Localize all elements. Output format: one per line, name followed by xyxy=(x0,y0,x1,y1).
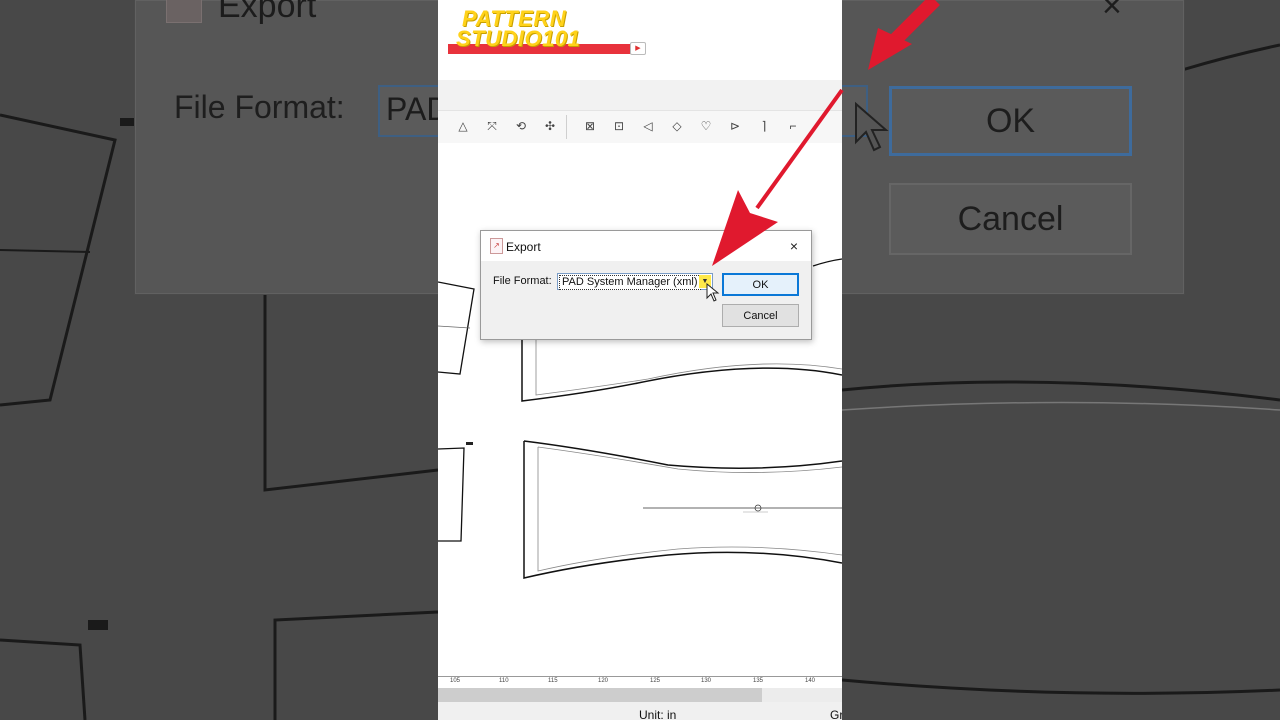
background-zoom-right: × OK Cancel xyxy=(842,0,1280,720)
hem-icon[interactable]: ⌐ xyxy=(785,118,801,134)
background-zoom-left: Export File Format: PAD xyxy=(0,0,438,720)
background-file-format-value: PAD xyxy=(386,91,438,127)
ok-button[interactable]: OK xyxy=(722,273,799,296)
vertex-icon[interactable]: △ xyxy=(455,118,471,134)
horizontal-scrollbar[interactable] xyxy=(438,688,842,702)
pleat-icon[interactable]: ◇ xyxy=(669,118,685,134)
rotate-icon[interactable]: ⟲ xyxy=(513,118,529,134)
channel-logo: PATTERN STUDIO101 ▶ xyxy=(446,6,646,58)
unit-readout: Unit: in xyxy=(639,708,677,720)
background-file-format-select: PAD xyxy=(378,85,438,137)
ruler-tick-label: 110 xyxy=(499,678,509,684)
background-dialog-title: Export xyxy=(218,0,317,25)
play-icon: ▶ xyxy=(630,42,646,55)
file-format-value: PAD System Manager (xml) xyxy=(559,275,701,290)
export-file-icon xyxy=(166,0,202,23)
ruler-tick-label: 135 xyxy=(753,678,764,684)
ruler-tick-label: 130 xyxy=(701,678,712,684)
background-cancel-button: Cancel xyxy=(889,183,1132,255)
transform-icon[interactable]: ✣ xyxy=(542,118,558,134)
grade-readout: Gr xyxy=(830,708,842,720)
background-dialog-left: Export File Format: PAD xyxy=(135,0,438,294)
toolbar: △ ⤧ ⟲ ✣ ⊠ ⊡ ◁ ◇ ♡ ⊳ ⌉ ⌐ xyxy=(438,110,842,143)
toolbar-separator xyxy=(566,115,567,139)
logo-text-studio: STUDIO101 xyxy=(456,26,581,51)
export-file-icon: ↗ xyxy=(490,238,503,254)
background-cursor-icon xyxy=(855,101,889,152)
background-ok-button: OK xyxy=(889,86,1132,156)
file-format-select[interactable]: PAD System Manager (xml) ▼ xyxy=(557,273,713,290)
background-file-format-label: File Format: xyxy=(174,89,345,125)
export-dialog: ↗ Export × File Format: PAD System Manag… xyxy=(480,230,812,340)
status-bar: Unit: in Gr xyxy=(438,702,842,720)
ruler-tick-label: 140 xyxy=(805,678,816,684)
mouse-cursor-icon xyxy=(706,283,720,302)
resize-icon[interactable]: ⊡ xyxy=(611,118,627,134)
pattern-pieces xyxy=(438,258,842,579)
close-icon[interactable]: × xyxy=(783,235,805,257)
dialog-title: Export xyxy=(506,240,541,254)
move-point-icon[interactable]: ⤧ xyxy=(484,118,500,134)
seam-icon[interactable]: ⌉ xyxy=(756,118,772,134)
file-format-label: File Format: xyxy=(493,275,552,287)
toolbar-area: △ ⤧ ⟲ ✣ ⊠ ⊡ ◁ ◇ ♡ ⊳ ⌉ ⌐ xyxy=(438,80,842,143)
scrollbar-thumb[interactable] xyxy=(438,688,762,702)
ruler-tick-label: 125 xyxy=(650,678,661,684)
ruler-tick-label: 115 xyxy=(548,678,558,684)
fold-icon[interactable]: ⊳ xyxy=(727,118,743,134)
application-window: PATTERN STUDIO101 ▶ △ ⤧ ⟲ ✣ ⊠ ⊡ ◁ ◇ ♡ ⊳ … xyxy=(438,0,842,720)
dart-icon[interactable]: ◁ xyxy=(640,118,656,134)
pattern-canvas[interactable] xyxy=(438,143,842,676)
notch-icon[interactable]: ♡ xyxy=(698,118,714,134)
background-close-icon: × xyxy=(1102,0,1122,25)
ruler-tick-label: 105 xyxy=(450,678,461,684)
cancel-button[interactable]: Cancel xyxy=(722,304,799,327)
ruler-tick-label: 120 xyxy=(598,678,609,684)
symmetry-icon[interactable]: ⊠ xyxy=(582,118,598,134)
dialog-titlebar[interactable]: ↗ Export × xyxy=(481,231,811,261)
